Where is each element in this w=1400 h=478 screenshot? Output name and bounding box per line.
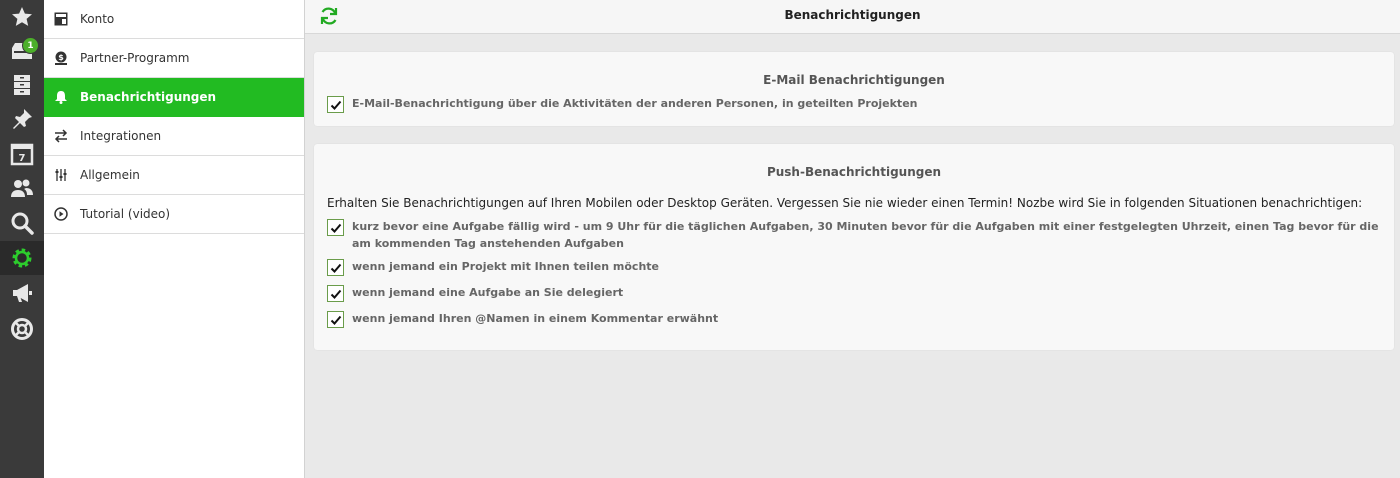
calendar-icon[interactable]: 7 [0,137,44,171]
menu-item-konto[interactable]: Konto [44,0,304,39]
menu-item-label: Allgemein [80,168,140,182]
push-option-label: kurz bevor eine Aufgabe fällig wird - um… [352,220,1379,250]
app-nav-rail: 1 7 [0,0,44,478]
inbox-icon[interactable]: 1 [0,34,44,68]
checkmark-icon [330,223,341,233]
push-section-title: Push-Benachrichtigungen [766,165,942,179]
push-option-label: wenn jemand eine Aufgabe an Sie delegier… [352,286,624,299]
push-option-row[interactable]: wenn jemand Ihren @Namen in einem Kommen… [327,310,1382,328]
push-intro-text: Erhalten Sie Benachrichtigungen auf Ihre… [327,196,1363,210]
menu-item-integrationen[interactable]: Integrationen [44,117,304,156]
push-option-row[interactable]: wenn jemand ein Projekt mit Ihnen teilen… [327,258,1382,276]
menu-item-label: Tutorial (video) [80,207,171,221]
account-icon [53,11,69,27]
menu-item-label: Konto [80,12,115,26]
swap-arrows-icon [53,128,69,144]
email-option-label: E-Mail-Benachrichtigung über die Aktivit… [352,97,918,110]
menu-item-partner-programm[interactable]: $ Partner-Programm [44,39,304,78]
settings-gear-icon[interactable] [0,241,44,275]
push-option-row[interactable]: kurz bevor eine Aufgabe fällig wird - um… [327,218,1382,252]
email-section-title: E-Mail Benachrichtigungen [763,73,945,87]
email-option-row[interactable]: E-Mail-Benachrichtigung über die Aktivit… [327,95,1382,113]
menu-item-benachrichtigungen[interactable]: Benachrichtigungen [44,78,304,117]
push-mention-checkbox[interactable] [327,311,344,328]
push-delegated-task-checkbox[interactable] [327,285,344,302]
content-header: Benachrichtigungen [305,0,1400,34]
menu-item-label: Benachrichtigungen [80,90,217,104]
bell-icon [53,89,69,105]
priority-pin-icon[interactable] [0,102,44,136]
push-due-task-checkbox[interactable] [327,219,344,236]
page-title: Benachrichtigungen [784,8,921,22]
projects-icon[interactable] [0,68,44,102]
email-notifications-card: E-Mail Benachrichtigungen E-Mail-Benachr… [314,52,1394,126]
contacts-icon[interactable] [0,171,44,205]
menu-item-allgemein[interactable]: Allgemein [44,156,304,195]
push-shared-project-checkbox[interactable] [327,259,344,276]
svg-text:$: $ [58,53,64,62]
push-notifications-card: Push-Benachrichtigungen Erhalten Sie Ben… [314,144,1394,350]
help-lifebuoy-icon[interactable] [0,312,44,346]
inbox-count-badge: 1 [22,37,39,54]
play-icon [53,206,69,222]
checkmark-icon [330,100,341,110]
push-option-row[interactable]: wenn jemand eine Aufgabe an Sie delegier… [327,284,1382,302]
checkmark-icon [330,315,341,325]
menu-item-label: Partner-Programm [80,51,190,65]
checkmark-icon [330,263,341,273]
push-option-label: wenn jemand Ihren @Namen in einem Kommen… [352,312,719,325]
email-activity-checkbox[interactable] [327,96,344,113]
favorites-icon[interactable] [0,0,44,34]
search-icon[interactable] [0,206,44,240]
news-megaphone-icon[interactable] [0,276,44,310]
settings-menu: Konto $ Partner-Programm Benachrichtigun… [44,0,305,478]
sliders-icon [53,167,69,183]
checkmark-icon [330,289,341,299]
svg-text:7: 7 [19,153,26,164]
menu-item-label: Integrationen [80,129,162,143]
push-option-label: wenn jemand ein Projekt mit Ihnen teilen… [352,260,660,273]
partner-icon: $ [53,50,69,66]
menu-item-tutorial-video[interactable]: Tutorial (video) [44,195,304,234]
